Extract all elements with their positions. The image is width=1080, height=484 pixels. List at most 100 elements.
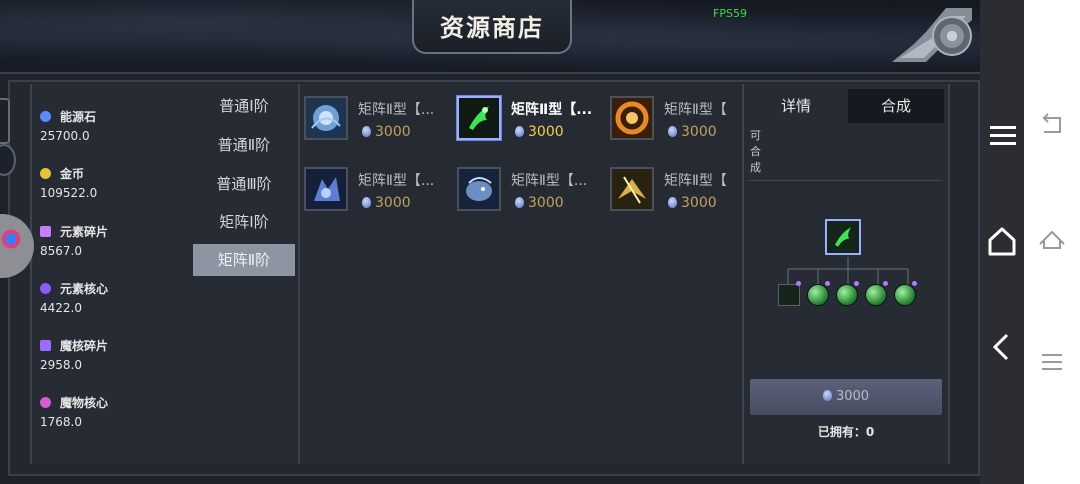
shop-item-card[interactable]: 矩阵Ⅱ型【 3000 xyxy=(606,84,756,144)
resource-value: 4422.0 xyxy=(40,301,82,315)
blue-dragon-item-icon xyxy=(457,167,501,211)
resource-name: 元素核心 xyxy=(60,282,109,296)
item-price: 3000 xyxy=(362,195,411,211)
tab-matrix-tier-2[interactable]: 矩阵Ⅱ阶 xyxy=(193,244,295,276)
green-claw-item-icon xyxy=(457,96,501,140)
energy-stone-icon xyxy=(362,197,371,208)
item-price-value: 3000 xyxy=(681,124,717,140)
resource-name: 能源石 xyxy=(60,110,97,124)
item-price-value: 3000 xyxy=(375,195,411,211)
energy-stone-icon xyxy=(822,390,832,401)
material-badge-dot xyxy=(796,281,801,286)
tab-normal-tier-1[interactable]: 普通Ⅰ阶 xyxy=(193,90,295,122)
menu-button[interactable] xyxy=(980,114,1024,158)
blue-beast-item-icon xyxy=(304,167,348,211)
gold-coin-icon xyxy=(40,168,51,179)
nav-back-button[interactable] xyxy=(1024,104,1080,148)
buy-price: 3000 xyxy=(835,389,870,404)
return-arrow-icon xyxy=(1042,113,1061,133)
compose-material-green-orb-icon[interactable] xyxy=(894,284,916,306)
tab-normal-tier-3[interactable]: 普通Ⅲ阶 xyxy=(193,168,295,200)
resource-value: 1768.0 xyxy=(40,415,82,429)
energy-stone-icon xyxy=(515,197,524,208)
item-price: 3000 xyxy=(668,124,717,140)
resource-value: 109522.0 xyxy=(40,186,98,200)
home-outline-icon xyxy=(1039,230,1065,249)
shop-item-card[interactable]: 矩阵Ⅱ型【... 3000 xyxy=(300,155,450,215)
owned-count: 已拥有：0 xyxy=(817,425,875,439)
hamburger-icon xyxy=(990,126,1016,145)
nav-recents-button[interactable] xyxy=(1024,340,1080,384)
floating-system-bar xyxy=(980,0,1024,484)
game-screen: 资源商店 FPS59 能源石 25700.0 金币 109522.0 元素碎片 … xyxy=(0,0,980,484)
element-shard-icon xyxy=(40,226,51,237)
detail-divider xyxy=(748,180,942,181)
close-button[interactable] xyxy=(932,16,972,56)
compose-material-claw-icon[interactable] xyxy=(778,284,800,306)
left-edge-handle[interactable] xyxy=(0,98,10,144)
resource-name: 元素碎片 xyxy=(60,225,109,239)
item-name: 矩阵Ⅱ型【 xyxy=(664,102,727,118)
energy-stone-icon xyxy=(40,111,51,122)
item-price-value: 3000 xyxy=(375,124,411,140)
item-price: 3000 xyxy=(668,195,717,211)
energy-stone-icon xyxy=(668,197,677,208)
item-name: 矩阵Ⅱ型【... xyxy=(358,173,435,189)
energy-stone-icon xyxy=(668,126,677,137)
shop-item-card[interactable]: 矩阵Ⅱ型【 3000 xyxy=(606,155,756,215)
item-price-value: 3000 xyxy=(528,195,564,211)
shop-item-card[interactable]: 矩阵Ⅱ型【... 3000 xyxy=(453,155,603,215)
blue-orb-item-icon xyxy=(304,96,348,140)
nav-home-button[interactable] xyxy=(1024,218,1080,262)
resource-name: 魔物核心 xyxy=(60,396,109,410)
title-plate: 资源商店 xyxy=(412,0,572,54)
chevron-left-icon xyxy=(992,333,1009,361)
item-name: 矩阵Ⅱ型【 xyxy=(664,173,727,189)
orange-swirl-item-icon xyxy=(610,96,654,140)
can-compose-label: 可合成 xyxy=(750,129,761,174)
back-button[interactable] xyxy=(980,325,1024,369)
compose-result-icon[interactable] xyxy=(825,219,861,255)
tab-matrix-tier-1[interactable]: 矩阵Ⅰ阶 xyxy=(193,206,295,238)
shop-item-card-selected[interactable]: 矩阵Ⅱ型【... 3000 xyxy=(453,84,603,144)
element-core-icon xyxy=(40,283,51,294)
home-button[interactable] xyxy=(980,220,1024,264)
compose-material-green-orb-icon[interactable] xyxy=(836,284,858,306)
magic-core-shard-icon xyxy=(40,340,51,351)
tab-detail[interactable]: 详情 xyxy=(748,89,844,123)
energy-stone-icon xyxy=(515,126,524,137)
item-price: 3000 xyxy=(515,195,564,211)
item-price: 3000 xyxy=(515,124,564,140)
compose-material-green-orb-icon[interactable] xyxy=(807,284,829,306)
material-badge-dot xyxy=(854,281,859,286)
item-price: 3000 xyxy=(362,124,411,140)
item-name: 矩阵Ⅱ型【... xyxy=(511,173,588,189)
page-title: 资源商店 xyxy=(440,13,544,42)
item-price-value: 3000 xyxy=(528,124,564,140)
recents-menu-icon xyxy=(1042,354,1062,370)
tab-normal-tier-2[interactable]: 普通Ⅱ阶 xyxy=(193,129,295,161)
resource-list: 能源石 25700.0 金币 109522.0 元素碎片 8567.0 元素核心… xyxy=(30,84,190,464)
resource-value: 2958.0 xyxy=(40,358,82,372)
detail-panel: 详情 合成 可合成 3000 已拥有：0 xyxy=(742,84,950,464)
tab-compose[interactable]: 合成 xyxy=(848,89,944,123)
compose-material-green-orb-icon[interactable] xyxy=(865,284,887,306)
assistant-icon xyxy=(0,228,22,250)
buy-button[interactable]: 3000 xyxy=(750,379,942,415)
resource-name: 魔核碎片 xyxy=(60,339,109,353)
item-name: 矩阵Ⅱ型【... xyxy=(358,102,435,118)
material-badge-dot xyxy=(912,281,917,286)
material-badge-dot xyxy=(825,281,830,286)
shop-item-card[interactable]: 矩阵Ⅱ型【... 3000 xyxy=(300,84,450,144)
item-grid: 矩阵Ⅱ型【... 3000 矩阵Ⅱ型【... 3000 矩阵Ⅱ型【 3000 矩… xyxy=(300,84,740,464)
resource-name: 金币 xyxy=(60,167,85,181)
top-bar: 资源商店 FPS59 xyxy=(0,0,980,74)
tier-tabs: 普通Ⅰ阶 普通Ⅱ阶 普通Ⅲ阶 矩阵Ⅰ阶 矩阵Ⅱ阶 xyxy=(188,84,300,464)
energy-stone-icon xyxy=(362,126,371,137)
gold-wing-item-icon xyxy=(610,167,654,211)
home-icon xyxy=(988,227,1016,256)
item-price-value: 3000 xyxy=(681,195,717,211)
android-nav-bar xyxy=(1024,0,1080,484)
resource-value: 25700.0 xyxy=(40,129,90,143)
fps-counter: FPS59 xyxy=(713,7,747,20)
